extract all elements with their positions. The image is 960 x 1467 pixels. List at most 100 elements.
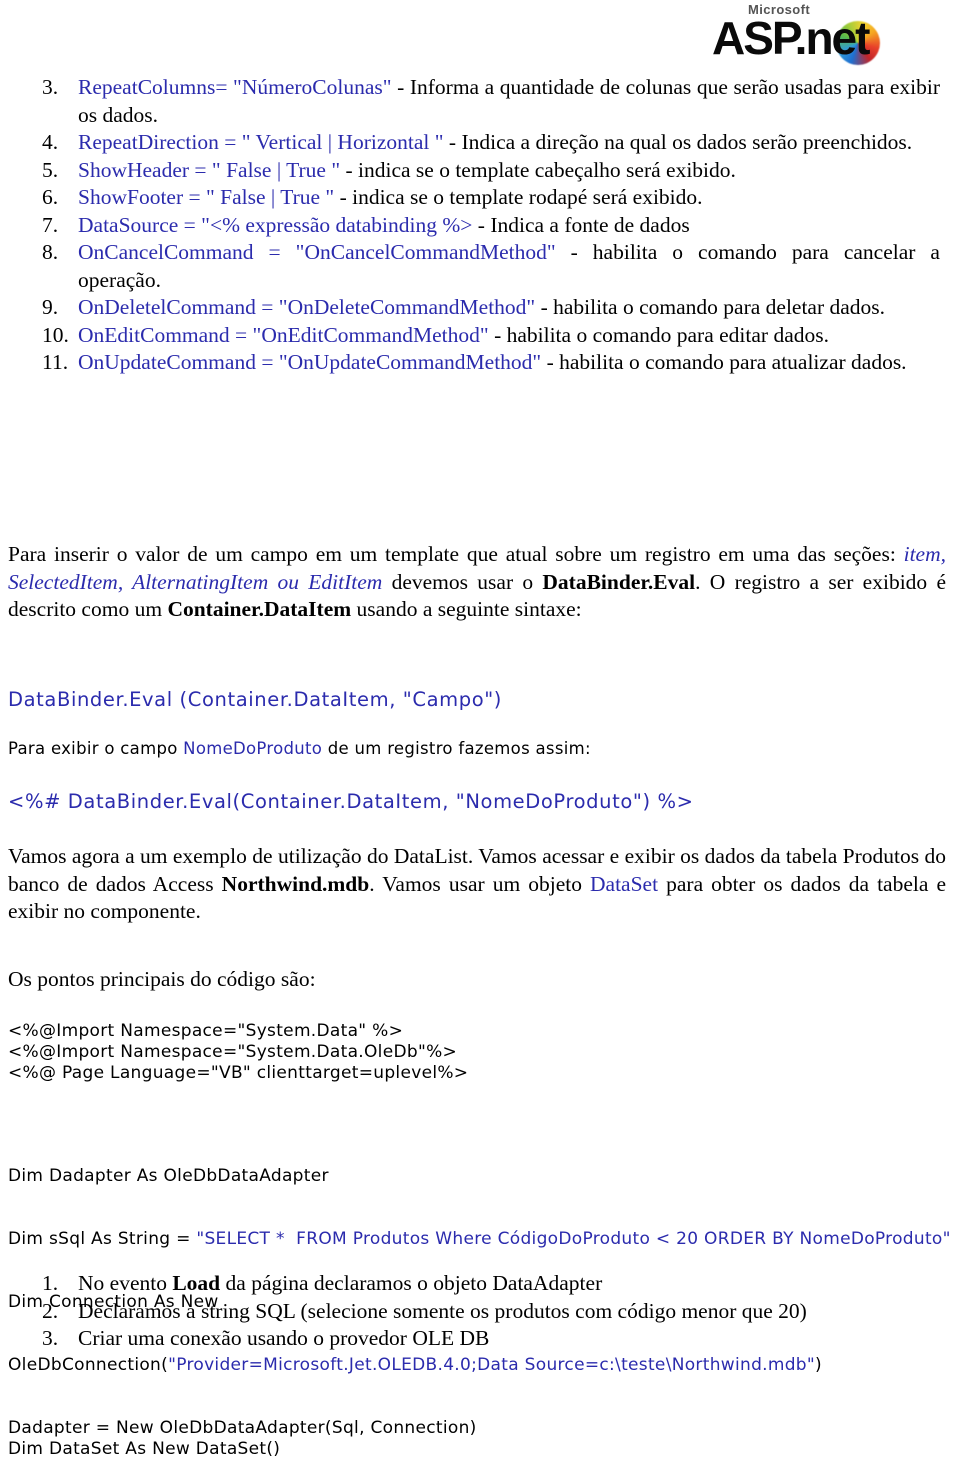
- list-item-code: DataSource = "<% expressão databinding %…: [78, 212, 473, 237]
- list-item: 5. ShowHeader = " False | True " - indic…: [0, 157, 940, 185]
- list-item: 2. Declaramos a string SQL (selecione so…: [0, 1298, 940, 1326]
- list-item-desc: - indica se o template cabeçalho será ex…: [340, 157, 736, 182]
- logo-net-text: net: [805, 12, 870, 64]
- properties-list-section: 3. RepeatColumns= "NúmeroColunas" - Info…: [0, 74, 940, 377]
- list-item-desc: - habilita o comando para atualizar dado…: [541, 350, 907, 374]
- list-item-number: 6.: [42, 185, 59, 209]
- list-item-number: 2.: [42, 1298, 59, 1323]
- code-text: ): [815, 1355, 822, 1375]
- list-item-number: 5.: [42, 157, 59, 182]
- list-item-code: OnUpdateCommand = "OnUpdateCommandMethod…: [78, 350, 542, 374]
- list-item-code: OnEditCommand = "OnEditCommandMethod": [78, 322, 489, 347]
- list-item-desc: - indica se o template rodapé será exibi…: [334, 185, 703, 209]
- list-item: 10. OnEditCommand = "OnEditCommandMethod…: [0, 322, 940, 350]
- list-item: 4. RepeatDirection = " Vertical | Horizo…: [0, 129, 940, 157]
- list-item-number: 11.: [42, 350, 69, 374]
- code-line: DataBinder.Eval (Container.DataItem, "Ca…: [8, 688, 503, 711]
- list-item-code: RepeatColumns= "NúmeroColunas": [78, 75, 392, 99]
- code-line: <%@Import Namespace="System.Data" %>: [8, 1021, 404, 1041]
- logo-aspnet-mark: ASP.net: [712, 12, 952, 65]
- code-block-binding-expression: <%# DataBinder.Eval(Container.DataItem, …: [8, 790, 948, 814]
- list-item-number: 8.: [42, 240, 59, 264]
- list-item-body: No evento Load da página declaramos o ob…: [78, 1270, 940, 1298]
- list-item: 7. DataSource = "<% expressão databindin…: [0, 212, 940, 240]
- list-item-body: ShowHeader = " False | True " - indica s…: [78, 157, 940, 185]
- list-item: 1. No evento Load da página declaramos o…: [0, 1270, 940, 1298]
- list-item: 6. ShowFooter = " False | True " - indic…: [0, 184, 940, 212]
- code-line: Dim sSql As String = "SELECT * FROM Prod…: [8, 1229, 954, 1250]
- paragraph-strong-databinder-eval: DataBinder.Eval: [542, 569, 696, 594]
- list-item-text-part-1: Criar uma conexão usando o provedor OLE …: [78, 1326, 490, 1350]
- steps-list-section: 1. No evento Load da página declaramos o…: [0, 1270, 940, 1353]
- code-keyword-text: Dim sSql As String =: [8, 1229, 197, 1249]
- code-block-databinder-eval: DataBinder.Eval (Container.DataItem, "Ca…: [8, 688, 948, 712]
- list-item-desc: - Indica a direção na qual os dados serã…: [443, 130, 913, 154]
- list-item-body: OnUpdateCommand = "OnUpdateCommandMethod…: [78, 349, 940, 377]
- list-item: 9. OnDeletelCommand = "OnDeleteCommandMe…: [0, 294, 940, 322]
- logo-aspnet-wordmark: ASP.net: [712, 12, 870, 64]
- list-item-number: 3.: [42, 1326, 59, 1350]
- list-item: 8. OnCancelCommand = "OnCancelCommandMet…: [0, 239, 940, 294]
- properties-list: 3. RepeatColumns= "NúmeroColunas" - Info…: [0, 74, 940, 377]
- paragraph-text-part-2: . Vamos usar um objeto: [369, 871, 591, 896]
- note-text-part-2: de um registro fazemos assim:: [322, 739, 591, 758]
- code-line: <%@ Page Language="VB" clienttarget=uple…: [8, 1063, 469, 1083]
- list-item: 3. RepeatColumns= "NúmeroColunas" - Info…: [0, 74, 940, 129]
- code-text: Dim Dadapter As OleDbDataAdapter: [8, 1166, 329, 1186]
- note-nomedoproduto: Para exibir o campo NomeDoProduto de um …: [8, 738, 948, 760]
- code-string-sql: "SELECT * FROM Produtos Where CódigoDoPr…: [196, 1229, 951, 1249]
- list-item-code: OnCancelCommand = "OnCancelCommandMethod…: [78, 240, 556, 264]
- steps-list: 1. No evento Load da página declaramos o…: [0, 1270, 940, 1353]
- code-line: <%@Import Namespace="System.Data.OleDb"%…: [8, 1042, 458, 1062]
- paragraph-text-part-4: usando a seguinte sintaxe:: [351, 597, 582, 621]
- list-item-body: OnCancelCommand = "OnCancelCommandMethod…: [78, 239, 940, 294]
- paragraph-text-part-2: devemos usar o: [382, 569, 543, 594]
- list-item: 3. Criar uma conexão usando o provedor O…: [0, 1325, 940, 1353]
- code-line: Dim Dadapter As OleDbDataAdapter: [8, 1166, 954, 1187]
- code-string-connection: "Provider=Microsoft.Jet.OLEDB.4.0;Data S…: [168, 1355, 816, 1375]
- paragraph-blue-dataset: DataSet: [590, 871, 659, 896]
- paragraph-strong-northwind: Northwind.mdb: [221, 871, 370, 896]
- code-block-page-directives: <%@Import Namespace="System.Data" %> <%@I…: [8, 1021, 948, 1084]
- list-item-text-part-1: No evento: [78, 1271, 173, 1295]
- logo-dot-text: .: [794, 12, 808, 64]
- list-item-code: ShowHeader = " False | True ": [78, 157, 341, 182]
- list-item-number: 9.: [42, 295, 59, 319]
- code-block-vb-declarations: Dim Dadapter As OleDbDataAdapter Dim sSq…: [8, 1124, 954, 1397]
- code-line: Dadapter = New OleDbDataAdapter(Sql, Con…: [8, 1418, 477, 1438]
- logo-asp-text: ASP: [712, 12, 797, 64]
- list-item-number: 3.: [42, 75, 59, 99]
- list-item-number: 10.: [42, 322, 69, 347]
- code-text: OleDbConnection(: [8, 1355, 169, 1375]
- code-line: OleDbConnection("Provider=Microsoft.Jet.…: [8, 1355, 954, 1376]
- list-item-code: RepeatDirection = " Vertical | Horizonta…: [78, 130, 444, 154]
- list-item-desc: - habilita o comando para editar dados.: [488, 322, 829, 347]
- list-item-number: 1.: [42, 1271, 59, 1295]
- list-item-body: Criar uma conexão usando o provedor OLE …: [78, 1325, 940, 1353]
- list-item-desc: - Indica a fonte de dados: [472, 212, 690, 237]
- list-item-body: RepeatDirection = " Vertical | Horizonta…: [78, 129, 940, 157]
- list-item-body: RepeatColumns= "NúmeroColunas" - Informa…: [78, 74, 940, 129]
- note-field-name: NomeDoProduto: [183, 739, 323, 758]
- list-item-text-part-1: Declaramos a string SQL (selecione somen…: [78, 1298, 807, 1323]
- list-item-body: OnDeletelCommand = "OnDeleteCommandMetho…: [78, 294, 940, 322]
- list-item-text-part-2: da página declaramos o objeto DataAdapte…: [220, 1271, 603, 1295]
- code-line: Dim DataSet As New DataSet(): [8, 1439, 281, 1459]
- list-item: 11. OnUpdateCommand = "OnUpdateCommandMe…: [0, 349, 940, 377]
- list-item-body: OnEditCommand = "OnEditCommandMethod" - …: [78, 322, 940, 350]
- list-item-body: Declaramos a string SQL (selecione somen…: [78, 1298, 940, 1326]
- aspnet-logo: Microsoft ASP.net: [712, 2, 952, 65]
- paragraph-text-part-1: Para inserir o valor de um campo em um t…: [8, 542, 904, 566]
- paragraph-databinder-intro: Para inserir o valor de um campo em um t…: [8, 541, 946, 624]
- list-item-desc: - habilita o comando para deletar dados.: [535, 295, 886, 319]
- list-item-number: 4.: [42, 130, 59, 154]
- list-item-code: ShowFooter = " False | True ": [78, 185, 335, 209]
- list-item-strong: Load: [172, 1271, 221, 1295]
- list-item-number: 7.: [42, 212, 59, 237]
- list-item-code: OnDeletelCommand = "OnDeleteCommandMetho…: [78, 295, 536, 319]
- paragraph-strong-container-dataitem: Container.DataItem: [167, 597, 352, 621]
- code-line: <%# DataBinder.Eval(Container.DataItem, …: [8, 790, 694, 813]
- note-text-part-1: Para exibir o campo: [8, 739, 184, 758]
- code-block-dataadapter-init: Dadapter = New OleDbDataAdapter(Sql, Con…: [8, 1418, 948, 1460]
- list-item-body: ShowFooter = " False | True " - indica s…: [78, 184, 940, 212]
